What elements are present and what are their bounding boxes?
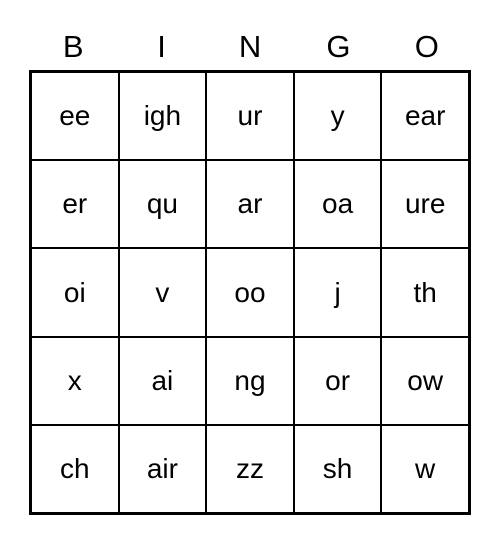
bingo-cell[interactable]: ure xyxy=(382,161,468,247)
bingo-cell[interactable]: y xyxy=(295,73,383,160)
bingo-row: ee igh ur y ear xyxy=(32,73,468,162)
bingo-cell[interactable]: ee xyxy=(32,73,120,160)
bingo-grid: ee igh ur y ear er qu ar oa ure oi v oo … xyxy=(29,70,471,515)
bingo-card: B I N G O ee igh ur y ear er qu ar oa ur… xyxy=(0,0,501,544)
bingo-cell[interactable]: oo xyxy=(207,249,295,336)
bingo-cell[interactable]: x xyxy=(32,337,120,424)
bingo-cell[interactable]: w xyxy=(382,426,468,512)
bingo-cell[interactable]: j xyxy=(295,249,383,336)
bingo-cell[interactable]: zz xyxy=(207,425,295,513)
bingo-cell[interactable]: ur xyxy=(207,73,295,160)
bingo-row: oi v oo j th xyxy=(32,249,468,338)
bingo-cell[interactable]: igh xyxy=(120,73,208,160)
bingo-cell[interactable]: air xyxy=(120,425,208,513)
bingo-row: er qu ar oa ure xyxy=(32,161,468,250)
bingo-cell[interactable]: or xyxy=(295,337,383,424)
bingo-header-letter-o: O xyxy=(414,28,439,64)
bingo-cell[interactable]: sh xyxy=(295,425,383,513)
bingo-cell[interactable]: v xyxy=(120,249,208,336)
bingo-cell[interactable]: ai xyxy=(120,337,208,424)
bingo-cell[interactable]: ng xyxy=(207,337,295,424)
bingo-cell[interactable]: ear xyxy=(382,73,468,159)
bingo-header-letter-g: G xyxy=(326,28,351,64)
bingo-cell[interactable]: er xyxy=(32,161,120,248)
bingo-row: ch air zz sh w xyxy=(32,425,468,513)
bingo-cell[interactable]: ch xyxy=(32,425,120,513)
bingo-cell[interactable]: oi xyxy=(32,249,120,336)
bingo-header-letter-i: I xyxy=(157,28,166,64)
bingo-cell[interactable]: th xyxy=(382,249,468,335)
bingo-cell[interactable]: oa xyxy=(295,161,383,248)
bingo-cell[interactable]: qu xyxy=(120,161,208,248)
bingo-cell[interactable]: ow xyxy=(382,338,468,424)
bingo-header-row: B I N G O xyxy=(29,22,471,70)
bingo-cell[interactable]: ar xyxy=(207,161,295,248)
bingo-row: x ai ng or ow xyxy=(32,337,468,426)
bingo-header-letter-n: N xyxy=(238,28,262,64)
bingo-header-letter-b: B xyxy=(62,28,84,64)
